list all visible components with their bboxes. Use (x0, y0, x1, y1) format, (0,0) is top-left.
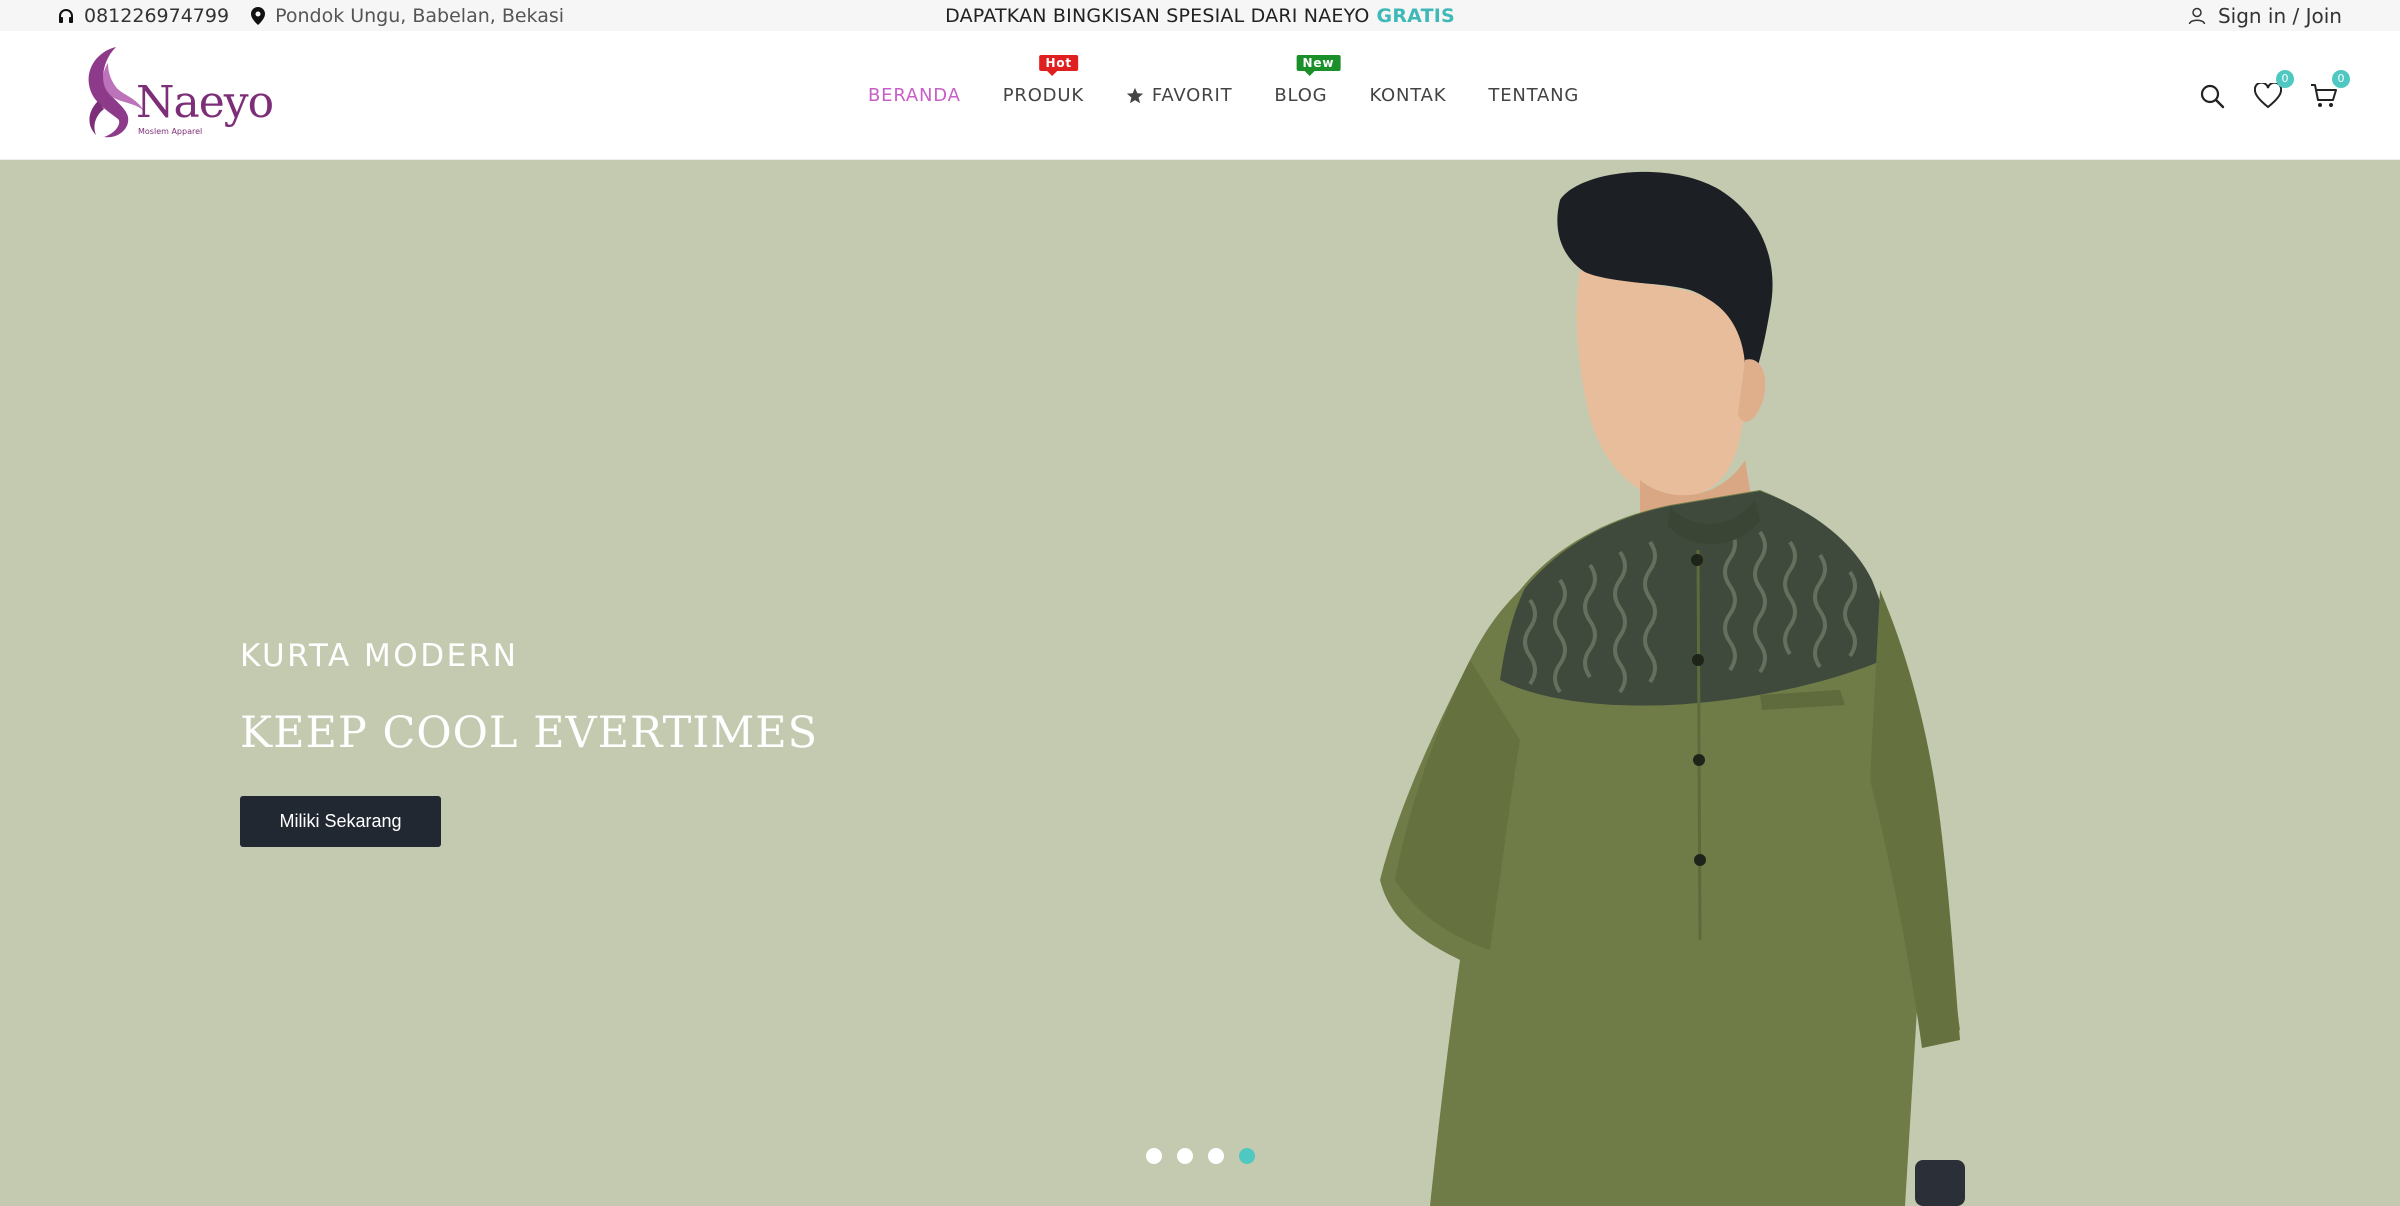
search-button[interactable] (2196, 80, 2228, 112)
nav-item-beranda[interactable]: BERANDA (868, 85, 961, 106)
phone-info[interactable]: 081226974799 (58, 5, 229, 27)
logo-name: Naeyo (136, 77, 274, 128)
main-header: Naeyo Moslem Apparel BERANDA Hot PRODUK … (0, 31, 2400, 160)
wishlist-button[interactable]: 0 (2252, 69, 2294, 112)
heart-icon (2254, 82, 2282, 108)
logo[interactable]: Naeyo Moslem Apparel (78, 41, 274, 151)
star-icon (1126, 87, 1144, 103)
promo-accent: GRATIS (1376, 4, 1455, 27)
user-icon (2188, 7, 2206, 24)
location-text: Pondok Ungu, Babelan, Bekasi (275, 4, 565, 27)
nav-item-favorit[interactable]: FAVORIT (1126, 85, 1232, 106)
slider-dot-4[interactable] (1239, 1148, 1255, 1164)
nav-label: TENTANG (1488, 85, 1580, 106)
phone-number: 081226974799 (84, 4, 230, 27)
slider-dot-2[interactable] (1177, 1148, 1193, 1164)
nav-label: KONTAK (1369, 85, 1447, 106)
cart-button[interactable]: 0 (2308, 69, 2350, 112)
cart-icon (2311, 83, 2337, 107)
headset-icon (59, 8, 73, 23)
shop-now-button[interactable]: Miliki Sekarang (240, 796, 441, 847)
hero-slider: KURTA MODERN KEEP COOL EVERTIMES Miliki … (0, 160, 2400, 1206)
hero-title: KEEP COOL EVERTIMES (240, 708, 819, 758)
search-icon (2200, 84, 2225, 108)
wishlist-count: 0 (2276, 69, 2294, 88)
nav-label: PRODUK (1002, 85, 1084, 106)
hero-subtitle: KURTA MODERN (240, 638, 519, 674)
nav-item-blog[interactable]: New BLOG (1274, 55, 1341, 106)
main-nav: BERANDA Hot PRODUK FAVORIT New BLOG KONT… (868, 31, 1621, 160)
slider-dot-3[interactable] (1208, 1148, 1224, 1164)
nav-item-produk[interactable]: Hot PRODUK (1002, 55, 1084, 106)
account-link[interactable]: Sign in / Join (2188, 0, 2342, 31)
slider-dots (1146, 1148, 1270, 1164)
hero-model-image (1380, 171, 1965, 1206)
hot-badge: Hot (1039, 55, 1078, 76)
sign-in-join-link[interactable]: Sign in / Join (2218, 4, 2342, 28)
nav-label: BERANDA (868, 85, 961, 106)
header-icons: 0 0 (2172, 31, 2350, 160)
location-info: Pondok Ungu, Babelan, Bekasi (251, 5, 564, 27)
logo-tagline: Moslem Apparel (138, 127, 203, 136)
nav-item-tentang[interactable]: TENTANG (1488, 85, 1579, 106)
new-badge: New (1296, 55, 1341, 76)
promo-text: DAPATKAN BINGKISAN SPESIAL DARI NAEYO (945, 4, 1370, 27)
map-pin-icon (251, 6, 266, 25)
nav-label: BLOG (1274, 85, 1328, 106)
top-bar: 081226974799 Pondok Ungu, Babelan, Bekas… (0, 0, 2400, 31)
cart-count: 0 (2332, 69, 2350, 88)
slider-dot-1[interactable] (1146, 1148, 1162, 1164)
nav-label: FAVORIT (1151, 85, 1233, 106)
nav-item-kontak[interactable]: KONTAK (1369, 85, 1446, 106)
